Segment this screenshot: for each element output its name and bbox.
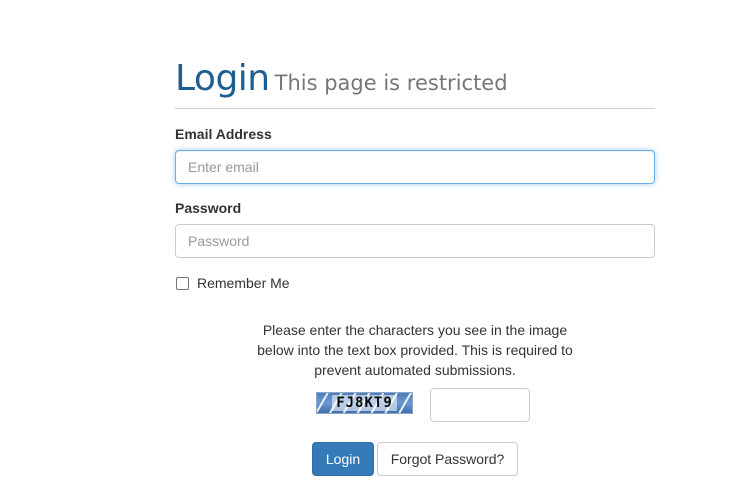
password-label: Password	[175, 200, 242, 216]
remember-me-row: Remember Me	[175, 275, 290, 291]
captcha-image: FJ8KT9	[316, 392, 413, 414]
remember-me-checkbox[interactable]	[176, 276, 189, 290]
password-field[interactable]	[175, 224, 655, 258]
remember-me-label: Remember Me	[197, 275, 290, 291]
login-form: Login This page is restricted Email Addre…	[175, 58, 655, 476]
captcha-code: FJ8KT9	[332, 395, 397, 411]
captcha-instructions: Please enter the characters you see in t…	[257, 322, 573, 378]
page-header: Login This page is restricted	[175, 58, 655, 109]
login-button[interactable]: Login	[312, 442, 374, 476]
email-field[interactable]	[175, 150, 655, 184]
page-subtitle: This page is restricted	[274, 71, 508, 95]
forgot-password-button[interactable]: Forgot Password?	[377, 442, 518, 476]
page-title: Login	[175, 58, 270, 99]
captcha-input[interactable]	[430, 388, 530, 422]
email-label: Email Address	[175, 126, 272, 142]
